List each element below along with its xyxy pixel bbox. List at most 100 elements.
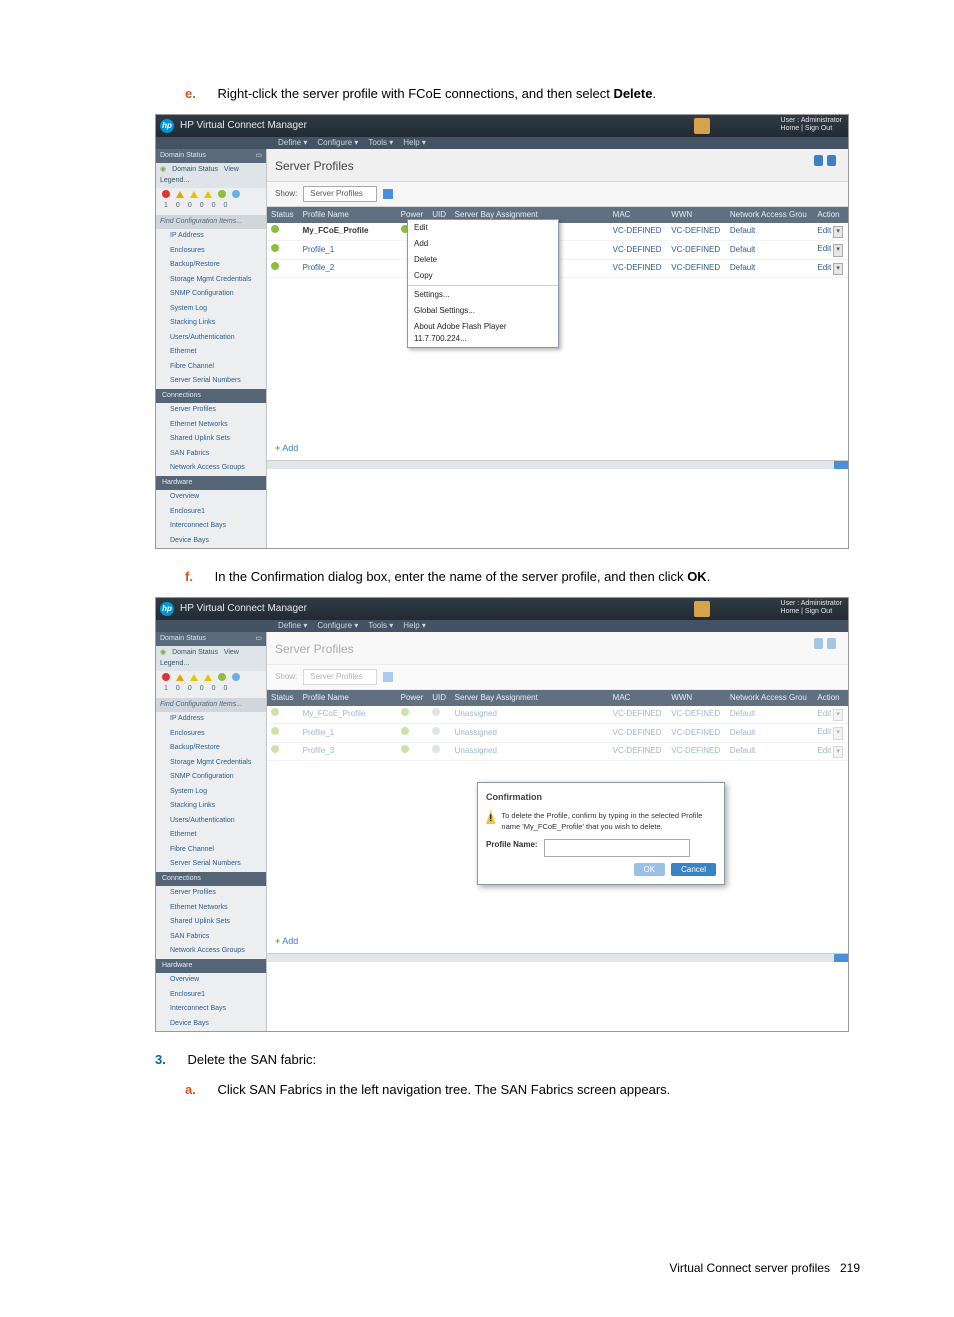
- warning-icon: !: [486, 810, 495, 824]
- add-row[interactable]: + Add: [267, 438, 848, 460]
- table-row[interactable]: Profile_1 Unassigned VC-DEFINED VC-DEFIN…: [267, 724, 848, 743]
- nav-device-bays[interactable]: Device Bays: [156, 534, 266, 549]
- show-label: Show:: [275, 188, 297, 200]
- ctx-edit[interactable]: Edit: [408, 220, 558, 236]
- nav-serials[interactable]: Server Serial Numbers: [156, 374, 266, 389]
- step-f-text-before: In the Confirmation dialog box, enter th…: [215, 569, 688, 584]
- home-icon[interactable]: [694, 118, 710, 134]
- col-profile-name[interactable]: Profile Name: [299, 207, 397, 223]
- nav-nag[interactable]: Network Access Groups: [156, 461, 266, 476]
- nav-storage-creds[interactable]: Storage Mgmt Credentials: [156, 273, 266, 288]
- dialog-title: Confirmation: [486, 791, 716, 805]
- menu-configure[interactable]: Configure ▾: [317, 620, 358, 632]
- collapse-icon[interactable]: ▭: [255, 634, 262, 645]
- table-row[interactable]: My_FCoE_Profile Unassigned VC-DEFINED VC…: [267, 706, 848, 724]
- uid-icon: [432, 727, 440, 735]
- menu-define[interactable]: Define ▾: [278, 137, 307, 149]
- add-row[interactable]: + Add: [267, 931, 848, 953]
- menu-configure[interactable]: Configure ▾: [317, 137, 358, 149]
- status-ok-icon: ◉: [160, 166, 166, 173]
- col-nag[interactable]: Network Access Grou: [726, 207, 814, 223]
- nav-syslog[interactable]: System Log: [156, 302, 266, 317]
- action-menu-icon[interactable]: ▾: [833, 226, 843, 239]
- ctx-about-flash[interactable]: About Adobe Flash Player 11.7.700.224...: [408, 319, 558, 347]
- table-row[interactable]: Profile_3 Unassigned VC-DEFINED VC-DEFIN…: [267, 742, 848, 761]
- edit-link[interactable]: Edit: [817, 263, 831, 272]
- ok-button[interactable]: OK: [634, 863, 666, 876]
- nav-backup-restore[interactable]: Backup/Restore: [156, 258, 266, 273]
- nav-ethernet[interactable]: Ethernet: [156, 345, 266, 360]
- plus-icon: +: [275, 443, 280, 453]
- show-dropdown-icon[interactable]: [383, 189, 393, 199]
- power-icon: [401, 708, 409, 716]
- caution-icon: [204, 674, 212, 681]
- step-f-bold: OK: [687, 569, 707, 584]
- nav-overview[interactable]: Overview: [156, 490, 266, 505]
- profile-name-input[interactable]: [544, 839, 690, 857]
- domain-status-link[interactable]: Domain Status: [172, 166, 218, 173]
- print-icon[interactable]: [814, 155, 823, 166]
- menu-help[interactable]: Help ▾: [403, 137, 426, 149]
- nav-hardware-header[interactable]: Hardware: [156, 476, 266, 491]
- menu-help[interactable]: Help ▾: [403, 620, 426, 632]
- step-3a-marker: a.: [185, 1082, 196, 1097]
- cancel-button[interactable]: Cancel: [671, 863, 716, 876]
- col-status[interactable]: Status: [267, 207, 299, 223]
- nav-ic-bays[interactable]: Interconnect Bays: [156, 519, 266, 534]
- horizontal-scrollbar[interactable]: [267, 460, 848, 469]
- help-icon[interactable]: [827, 155, 836, 166]
- find-config[interactable]: Find Configuration Items...: [156, 215, 266, 230]
- ctx-delete[interactable]: Delete: [408, 252, 558, 268]
- power-icon: [401, 745, 409, 753]
- nav-users-auth[interactable]: Users/Authentication: [156, 331, 266, 346]
- nav-enclosure1[interactable]: Enclosure1: [156, 505, 266, 520]
- main-content: Server Profiles Show: Server Profiles St…: [267, 149, 848, 549]
- title-actions: [814, 155, 836, 166]
- user-links[interactable]: Home | Sign Out: [781, 608, 842, 616]
- step-3: 3. Delete the SAN fabric:: [155, 1050, 864, 1070]
- nav-uplink-sets[interactable]: Shared Uplink Sets: [156, 432, 266, 447]
- hp-logo-icon: hp: [160, 602, 174, 616]
- home-icon[interactable]: [694, 601, 710, 617]
- nav-stacking[interactable]: Stacking Links: [156, 316, 266, 331]
- col-action[interactable]: Action: [813, 207, 848, 223]
- info-icon: [232, 673, 240, 681]
- help-icon[interactable]: [827, 638, 836, 649]
- nav-eth-networks[interactable]: Ethernet Networks: [156, 418, 266, 433]
- step-3-text: Delete the SAN fabric:: [187, 1052, 316, 1067]
- main-content: Server Profiles Show: Server Profiles St…: [267, 632, 848, 1032]
- edit-link[interactable]: Edit: [817, 244, 831, 253]
- nav-enclosures[interactable]: Enclosures: [156, 244, 266, 259]
- nav-fc[interactable]: Fibre Channel: [156, 360, 266, 375]
- ctx-global-settings[interactable]: Global Settings...: [408, 303, 558, 319]
- col-mac[interactable]: MAC: [609, 207, 668, 223]
- titlebar: hp HP Virtual Connect Manager User : Adm…: [156, 115, 848, 137]
- menu-tools[interactable]: Tools ▾: [368, 137, 393, 149]
- profiles-table: Status Profile Name Power UID Server Bay…: [267, 690, 848, 762]
- col-wwn[interactable]: WWN: [667, 207, 726, 223]
- domain-status-header[interactable]: Domain Status▭: [156, 149, 266, 164]
- show-value[interactable]: Server Profiles: [303, 186, 377, 202]
- ctx-settings[interactable]: Settings...: [408, 287, 558, 303]
- status-ok-icon: [271, 262, 279, 270]
- step-e-text-after: .: [652, 86, 656, 101]
- nav-snmp[interactable]: SNMP Configuration: [156, 287, 266, 302]
- nav-connections-header[interactable]: Connections: [156, 389, 266, 404]
- power-icon: [401, 727, 409, 735]
- action-menu-icon[interactable]: ▾: [833, 263, 843, 276]
- collapse-icon[interactable]: ▭: [255, 151, 262, 162]
- show-dropdown-icon[interactable]: [383, 672, 393, 682]
- nav-server-profiles[interactable]: Server Profiles: [156, 403, 266, 418]
- print-icon[interactable]: [814, 638, 823, 649]
- action-menu-icon[interactable]: ▾: [833, 244, 843, 257]
- edit-link[interactable]: Edit: [817, 226, 831, 235]
- step-e-text-before: Right-click the server profile with FCoE…: [217, 86, 613, 101]
- user-links[interactable]: Home | Sign Out: [781, 125, 842, 133]
- nav-san-fabrics[interactable]: SAN Fabrics: [156, 447, 266, 462]
- menu-define[interactable]: Define ▾: [278, 620, 307, 632]
- ctx-copy[interactable]: Copy: [408, 268, 558, 284]
- menu-tools[interactable]: Tools ▾: [368, 620, 393, 632]
- nav-ip-address[interactable]: IP Address: [156, 229, 266, 244]
- ctx-add[interactable]: Add: [408, 236, 558, 252]
- horizontal-scrollbar[interactable]: [267, 953, 848, 962]
